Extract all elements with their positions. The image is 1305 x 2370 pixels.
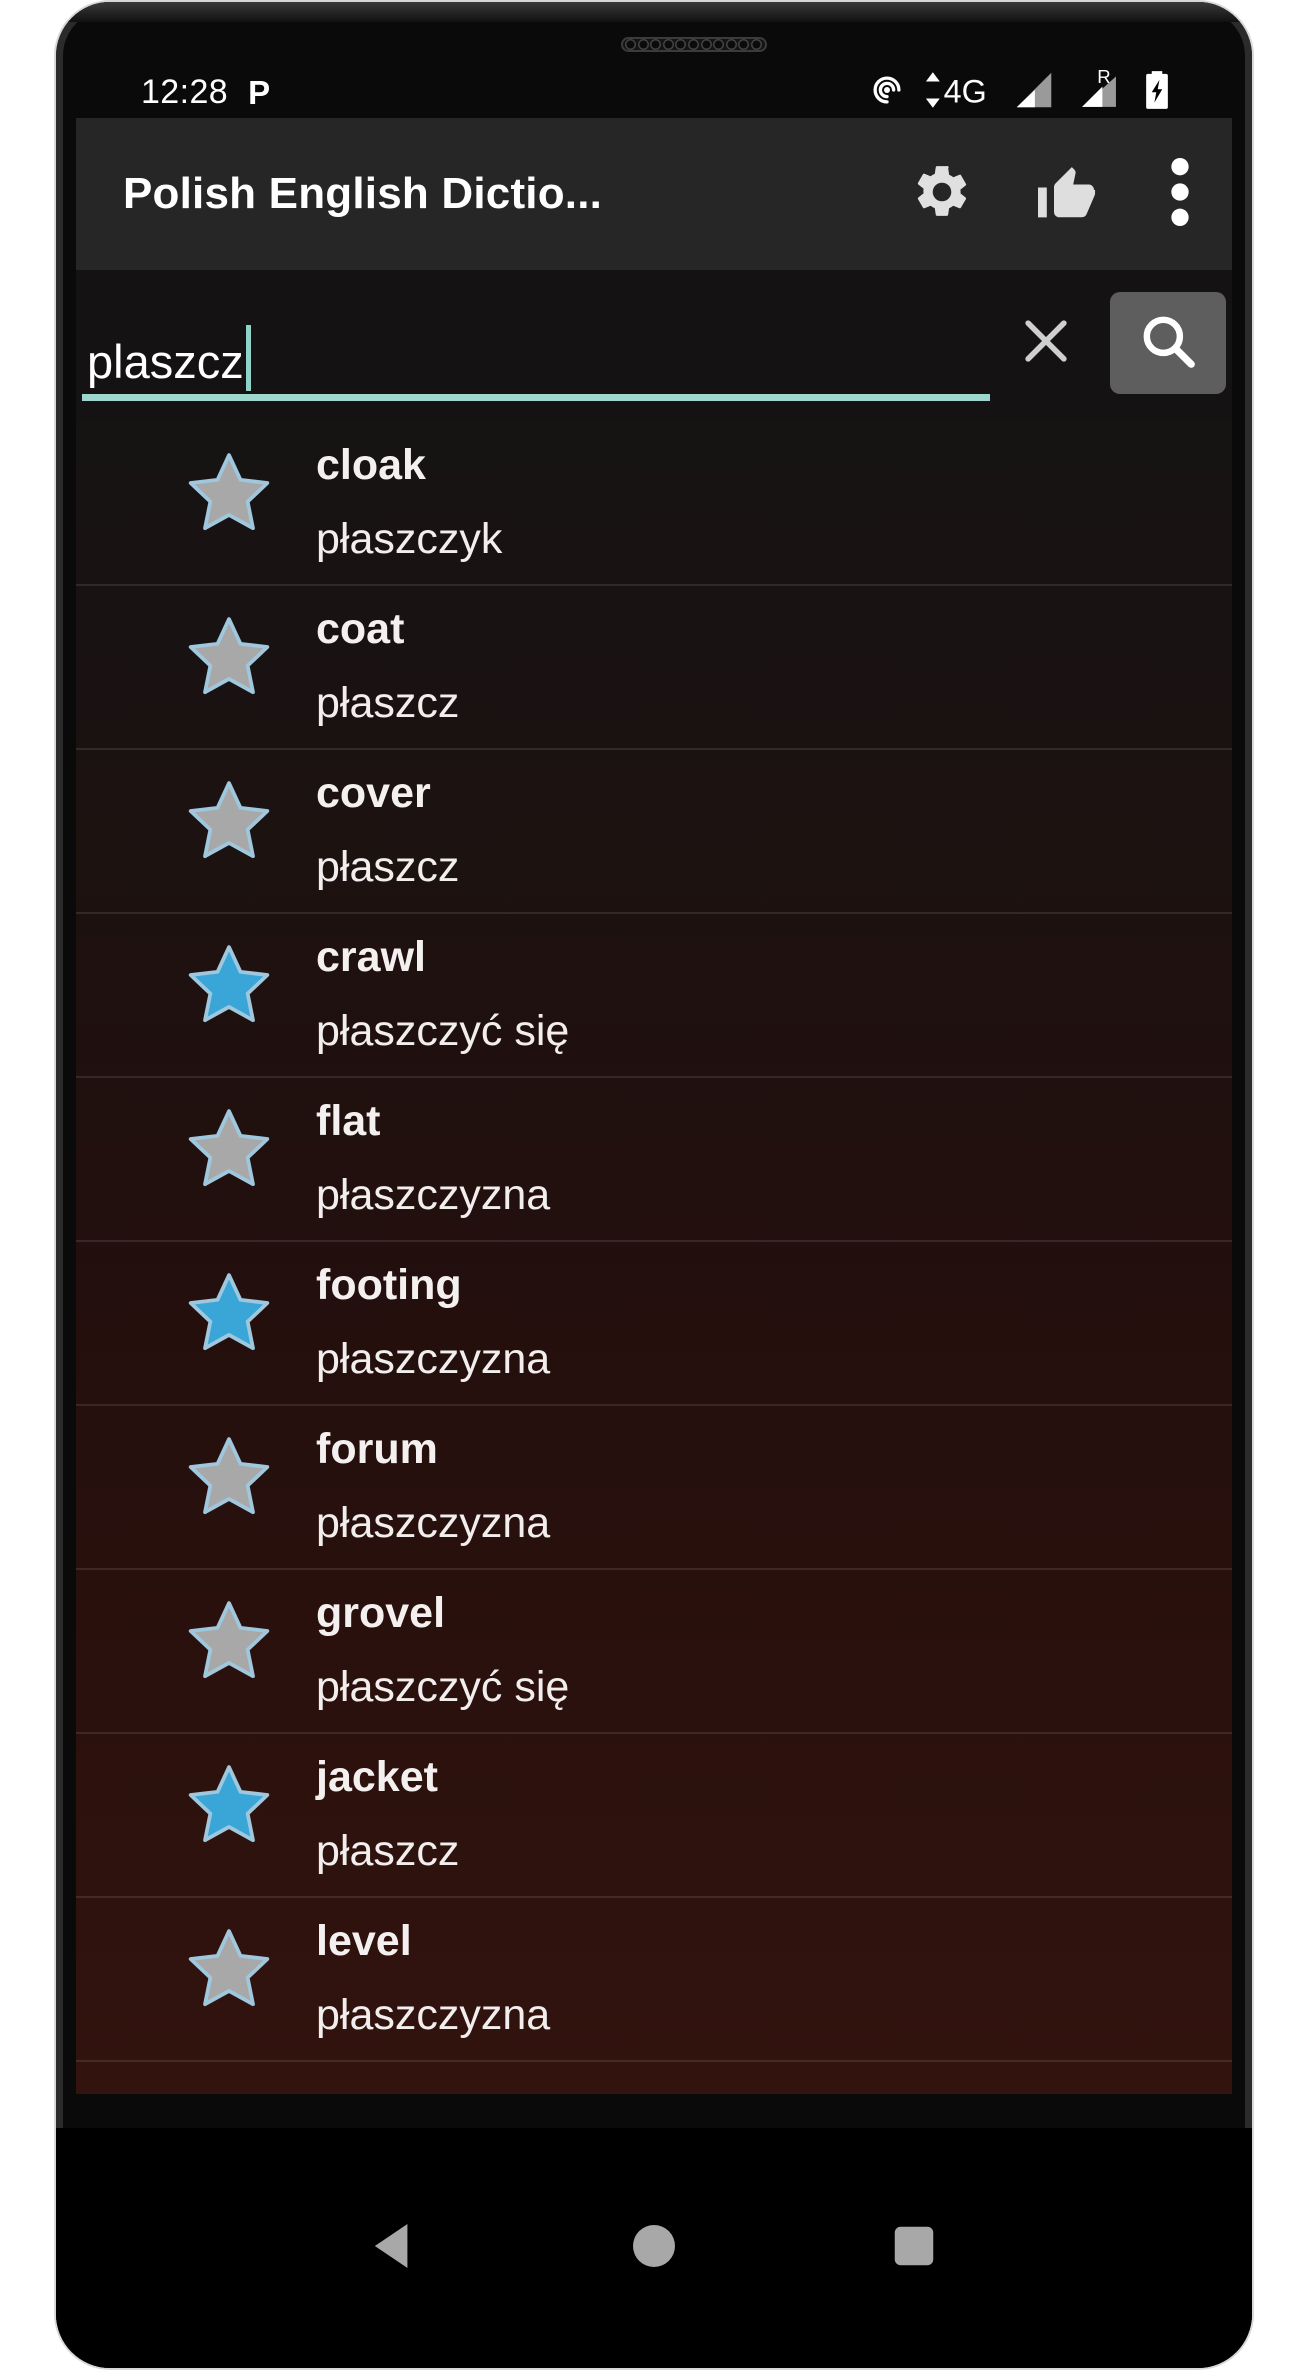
status-time: 12:28 [141,73,229,111]
svg-text:4G: 4G [944,73,987,109]
data-transfer-4g-icon: 4G [923,70,995,115]
rate-button[interactable] [1004,118,1128,270]
favorite-star-icon[interactable] [186,1926,272,2015]
table-row[interactable]: crawl płaszczyć się [76,914,1232,1078]
search-submit-button[interactable] [1110,292,1226,394]
circle-home-icon [630,2222,678,2275]
favorite-star-icon[interactable] [186,614,272,703]
result-term: jacket [316,1753,438,1801]
search-icon [1137,310,1199,377]
status-bar-right: 4G R [868,66,1172,117]
result-translation: płaszczyzna [316,1991,551,2039]
signal-bars-icon [1012,71,1056,114]
app-bar: Polish English Dictio... [76,118,1232,270]
favorite-star-icon[interactable] [186,1762,272,1851]
result-term: cloak [316,441,426,489]
gear-icon [911,161,973,228]
system-navigation-bar [56,2128,1252,2368]
nav-recents-button[interactable] [784,2188,1044,2308]
page-title: Polish English Dictio... [123,169,603,218]
result-translation: płaszczyk [316,515,503,563]
overflow-menu-button[interactable] [1128,118,1232,270]
text-cursor [245,325,251,391]
favorite-star-icon[interactable] [186,778,272,867]
favorite-star-icon[interactable] [186,1434,272,1523]
favorite-star-icon[interactable] [186,1598,272,1687]
favorite-star-icon[interactable] [186,1270,272,1359]
favorite-star-icon[interactable] [186,942,272,1031]
screenshot-root: 12:28 P 4G R Polish English Dictio... pl… [0,0,1305,2370]
result-translation: płaszczyć się [316,1007,570,1055]
status-bar-left: 12:28 P [141,75,270,109]
roaming-signal-icon: R [1073,66,1125,117]
result-term: coat [316,605,405,653]
table-row[interactable]: jacket płaszcz [76,1734,1232,1898]
result-translation: płaszcz [316,843,460,891]
result-term: grovel [316,1589,446,1637]
more-vertical-icon [1170,152,1190,237]
search-input-value: plaszcz [87,335,244,388]
table-row[interactable]: flat płaszczyzna [76,1078,1232,1242]
result-translation: płaszcz [316,679,460,727]
search-input[interactable]: plaszcz [82,291,990,401]
result-term: crawl [316,933,426,981]
battery-charging-icon [1142,69,1172,116]
table-row[interactable]: grovel płaszczyć się [76,1570,1232,1734]
favorite-star-icon[interactable] [186,450,272,539]
thumbs-up-icon [1034,160,1098,229]
phone-device-frame: 12:28 P 4G R Polish English Dictio... pl… [56,2,1252,2368]
result-term: forum [316,1425,438,1473]
result-term: level [316,1917,412,1965]
result-term: footing [316,1261,462,1309]
table-row[interactable]: coat płaszcz [76,586,1232,750]
clear-search-button[interactable] [998,295,1094,391]
device-top-bezel [56,2,1252,22]
result-translation: płaszczyzna [316,1499,551,1547]
close-icon [1017,312,1075,375]
search-bar: plaszcz [76,270,1232,422]
search-results-list[interactable]: cloak płaszczyk coat płaszcz cover płaszcz cra… [76,422,1232,2094]
favorite-star-icon[interactable] [186,1106,272,1195]
table-row[interactable]: forum płaszczyzna [76,1406,1232,1570]
result-translation: płaszczyć się [316,1663,570,1711]
nav-home-button[interactable] [524,2188,784,2308]
status-bar: 12:28 P 4G R [56,64,1252,120]
result-translation: płaszcz [316,1827,460,1875]
app-bar-actions [880,118,1232,270]
result-term: flat [316,1097,381,1145]
app-notification-indicator: P [248,73,271,111]
result-translation: płaszczyzna [316,1171,551,1219]
result-term: cover [316,769,431,817]
earpiece-speaker-grille [621,37,767,52]
nav-back-button[interactable] [264,2188,524,2308]
triangle-back-icon [371,2221,417,2276]
table-row[interactable]: level płaszczyzna [76,1898,1232,2062]
table-row[interactable]: footing płaszczyzna [76,1242,1232,1406]
search-input-underline [82,394,990,401]
table-row[interactable]: cover płaszcz [76,750,1232,914]
hotspot-icon [868,71,906,114]
result-translation: płaszczyzna [316,1335,551,1383]
settings-button[interactable] [880,118,1004,270]
table-row[interactable]: cloak płaszczyk [76,422,1232,586]
square-recents-icon [892,2224,936,2273]
